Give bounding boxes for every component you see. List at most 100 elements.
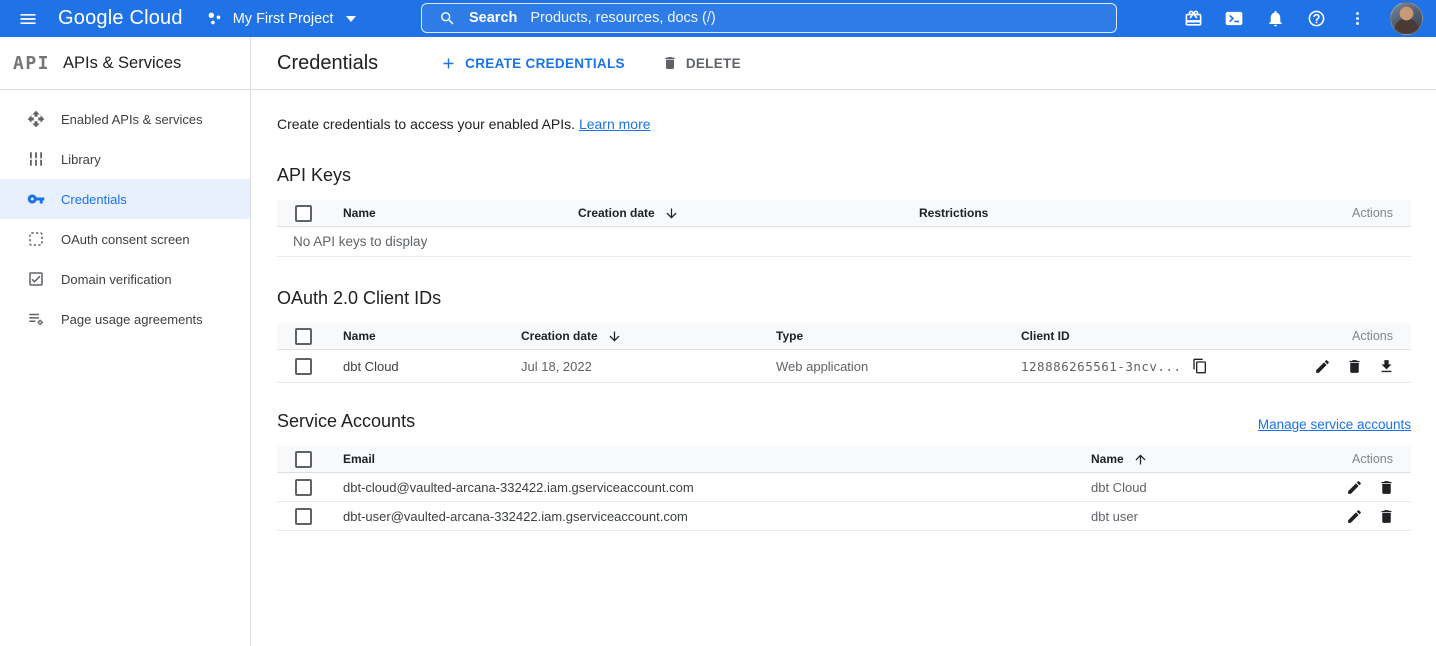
sidebar-item-page-usage[interactable]: Page usage agreements [0, 299, 250, 339]
create-credentials-label: CREATE CREDENTIALS [465, 56, 625, 71]
column-header-creation-date[interactable]: Creation date [521, 329, 776, 344]
page-title: Credentials [277, 52, 378, 75]
service-account-email[interactable]: dbt-cloud@vaulted-arcana-332422.iam.gser… [343, 480, 1091, 495]
dashed-square-icon [27, 230, 45, 248]
column-header-name[interactable]: Name [343, 206, 578, 220]
oauth-client-creation-date: Jul 18, 2022 [521, 359, 776, 374]
trash-icon[interactable] [1378, 479, 1395, 496]
row-actions [1314, 358, 1411, 375]
oauth-table: Name Creation date Type Client ID Action… [277, 323, 1411, 383]
project-switcher[interactable]: My First Project [205, 9, 357, 28]
sort-descending-icon [664, 206, 679, 221]
project-name: My First Project [233, 11, 334, 27]
sidebar-item-library[interactable]: Library [0, 139, 250, 179]
chevron-down-icon [346, 16, 356, 22]
sidebar-nav: Enabled APIs & services Library Credenti… [0, 90, 250, 339]
sort-descending-icon [607, 329, 622, 344]
more-vertical-icon[interactable] [1347, 9, 1367, 29]
trash-icon[interactable] [1346, 358, 1363, 375]
sidebar-item-label: Library [61, 152, 101, 167]
service-accounts-table-header: Email Name Actions [277, 446, 1411, 473]
row-checkbox[interactable] [295, 479, 312, 496]
help-icon[interactable] [1306, 9, 1326, 29]
api-keys-heading: API Keys [277, 165, 1411, 186]
delete-button[interactable]: DELETE [662, 55, 741, 71]
create-credentials-button[interactable]: CREATE CREDENTIALS [440, 55, 625, 72]
column-header-name[interactable]: Name [343, 329, 521, 343]
learn-more-link[interactable]: Learn more [579, 116, 651, 132]
sidebar-item-enabled-apis[interactable]: Enabled APIs & services [0, 99, 250, 139]
client-id-value: 128886265561-3ncv... [1021, 359, 1182, 374]
row-actions [1346, 508, 1411, 525]
column-header-type[interactable]: Type [776, 329, 1021, 343]
service-account-name: dbt Cloud [1091, 480, 1321, 495]
oauth-client-type: Web application [776, 359, 1021, 374]
select-all-checkbox[interactable] [295, 328, 312, 345]
delete-label: DELETE [686, 56, 741, 71]
oauth-client-id-cell: 128886265561-3ncv... [1021, 358, 1291, 374]
cloud-shell-icon[interactable] [1224, 9, 1244, 29]
open-with-icon [27, 110, 45, 128]
api-product-logo: API [13, 53, 50, 74]
column-header-email[interactable]: Email [343, 452, 1091, 466]
sidebar-item-label: Domain verification [61, 272, 172, 287]
row-checkbox[interactable] [295, 508, 312, 525]
user-avatar[interactable] [1390, 2, 1423, 35]
intro-text: Create credentials to access your enable… [277, 116, 1411, 132]
page-header: Credentials CREATE CREDENTIALS DELETE [252, 37, 1436, 90]
table-row: dbt-user@vaulted-arcana-332422.iam.gserv… [277, 502, 1411, 531]
column-header-name[interactable]: Name [1091, 452, 1321, 467]
oauth-heading: OAuth 2.0 Client IDs [277, 288, 1411, 309]
sidebar-item-label: Enabled APIs & services [61, 112, 203, 127]
copy-icon[interactable] [1192, 358, 1208, 374]
topbar-actions [1183, 0, 1423, 37]
column-header-actions: Actions [1352, 452, 1411, 466]
sidebar-item-credentials[interactable]: Credentials [0, 179, 250, 219]
column-header-client-id[interactable]: Client ID [1021, 329, 1291, 343]
menu-icon[interactable] [15, 6, 41, 32]
service-account-email[interactable]: dbt-user@vaulted-arcana-332422.iam.gserv… [343, 509, 1091, 524]
sidebar-title: APIs & Services [63, 54, 181, 73]
edit-icon[interactable] [1346, 508, 1363, 525]
row-checkbox[interactable] [295, 358, 312, 375]
sidebar: API APIs & Services Enabled APIs & servi… [0, 37, 251, 646]
edit-icon[interactable] [1314, 358, 1331, 375]
search-icon [439, 10, 456, 27]
plus-icon [440, 55, 457, 72]
main-content: Create credentials to access your enable… [252, 90, 1436, 646]
column-header-restrictions[interactable]: Restrictions [919, 206, 1321, 220]
edit-icon[interactable] [1346, 479, 1363, 496]
search-label: Search [469, 10, 517, 26]
sidebar-header: API APIs & Services [0, 37, 250, 90]
gift-icon[interactable] [1183, 9, 1203, 29]
sidebar-item-domain-verification[interactable]: Domain verification [0, 259, 250, 299]
table-row: dbt Cloud Jul 18, 2022 Web application 1… [277, 350, 1411, 383]
search-placeholder: Products, resources, docs (/) [530, 10, 715, 26]
column-header-creation-date[interactable]: Creation date [578, 206, 919, 221]
name-label: Name [1091, 452, 1124, 466]
google-cloud-logo[interactable]: Google Cloud [58, 7, 183, 30]
sidebar-item-label: Page usage agreements [61, 312, 203, 327]
table-row: dbt-cloud@vaulted-arcana-332422.iam.gser… [277, 473, 1411, 502]
api-keys-empty-row: No API keys to display [277, 227, 1411, 257]
api-keys-table: Name Creation date Restrictions Actions … [277, 200, 1411, 257]
oauth-client-name[interactable]: dbt Cloud [343, 359, 521, 374]
trash-icon [662, 55, 678, 71]
column-header-actions: Actions [1352, 206, 1411, 220]
row-actions [1346, 479, 1411, 496]
service-account-name: dbt user [1091, 509, 1321, 524]
manage-service-accounts-link[interactable]: Manage service accounts [1258, 417, 1411, 432]
list-gear-icon [27, 310, 45, 328]
sidebar-item-oauth-consent[interactable]: OAuth consent screen [0, 219, 250, 259]
search-input[interactable]: Search Products, resources, docs (/) [421, 3, 1117, 33]
select-all-checkbox[interactable] [295, 205, 312, 222]
library-icon [27, 150, 45, 168]
creation-date-label: Creation date [578, 206, 655, 220]
project-icon [205, 9, 224, 28]
download-icon[interactable] [1378, 358, 1395, 375]
intro-sentence: Create credentials to access your enable… [277, 116, 575, 132]
top-bar: Google Cloud My First Project Search Pro… [0, 0, 1436, 37]
trash-icon[interactable] [1378, 508, 1395, 525]
notifications-icon[interactable] [1265, 9, 1285, 29]
select-all-checkbox[interactable] [295, 451, 312, 468]
